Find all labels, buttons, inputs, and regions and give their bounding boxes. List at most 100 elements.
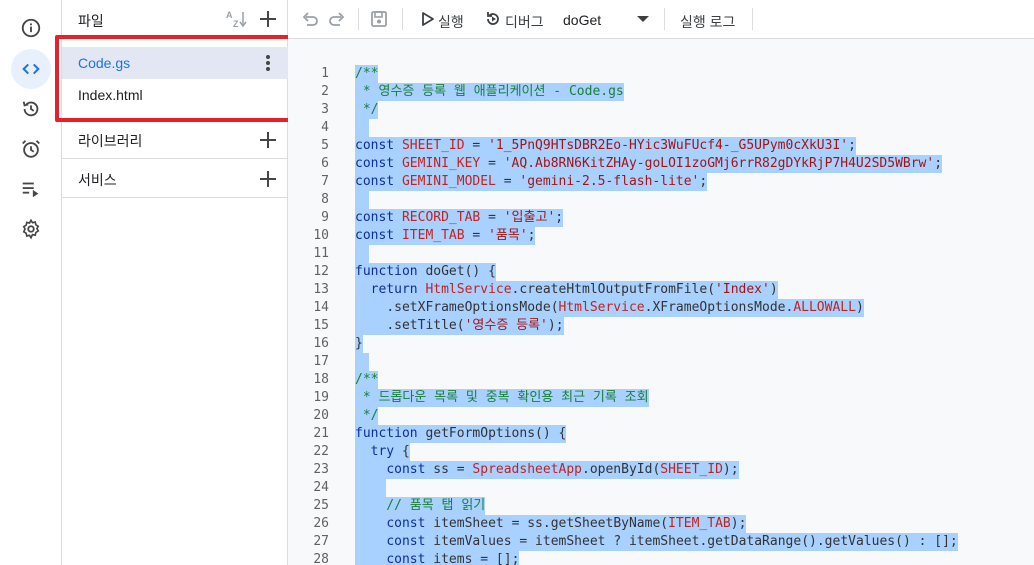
line-number: 27 (313, 534, 329, 549)
execution-log-button[interactable]: 실행 로그 (680, 12, 735, 32)
code-text: /** (355, 371, 379, 389)
code-line[interactable]: 18 /** (288, 371, 1034, 389)
toolbar-divider (358, 8, 359, 30)
line-number: 12 (313, 264, 329, 279)
services-label: 서비스 (78, 172, 117, 188)
line-number: 19 (313, 390, 329, 405)
history-icon[interactable] (11, 89, 51, 129)
line-number: 17 (313, 354, 329, 369)
line-number: 16 (313, 336, 329, 351)
files-title: 파일 (78, 13, 104, 29)
run-button[interactable]: 실행 (438, 12, 464, 32)
line-number: 20 (313, 408, 329, 423)
file-label: Code.gs (78, 55, 131, 71)
code-line[interactable]: 6 const GEMINI_KEY = 'AQ.Ab8RN6KitZHAy-go… (288, 155, 1034, 173)
toolbar-divider (402, 8, 403, 30)
code-line[interactable]: 15 .setTitle('영수증 등록'); (288, 317, 1034, 335)
line-number: 7 (321, 174, 329, 189)
info-icon[interactable] (11, 8, 51, 48)
code-text: const itemValues = itemSheet ? itemSheet… (355, 533, 958, 551)
code-line[interactable]: 3 */ (288, 101, 1034, 119)
code-line[interactable]: 1 /** (288, 65, 1034, 83)
code-line[interactable]: 5 const SHEET_ID = '1_5PnQ9HTsDBR2Eo-HYic… (288, 137, 1034, 155)
code-text: const GEMINI_MODEL = 'gemini-2.5-flash-l… (355, 173, 708, 191)
line-number: 9 (321, 210, 329, 225)
line-number: 4 (321, 120, 329, 135)
code-line[interactable]: 7 const GEMINI_MODEL = 'gemini-2.5-flash-… (288, 173, 1034, 191)
code-text: * 영수증 등록 웹 애플리케이션 - Code.gs (355, 83, 624, 101)
code-line[interactable]: 26 const itemSheet = ss.getSheetByName(I… (288, 515, 1034, 533)
code-line[interactable]: 22 try { (288, 443, 1034, 461)
code-text (355, 245, 369, 263)
code-text (355, 119, 369, 137)
code-line[interactable]: 13 return HtmlService.createHtmlOutputFr… (288, 281, 1034, 299)
code-line[interactable]: 19 * 드롭다운 목록 및 중복 확인용 최근 기록 조회 (288, 389, 1034, 407)
code-text (355, 479, 387, 497)
gear-icon[interactable] (11, 209, 51, 249)
code-line[interactable]: 27 const itemValues = itemSheet ? itemSh… (288, 533, 1034, 551)
save-icon[interactable] (370, 10, 388, 28)
file-item-index-html[interactable]: Index.html (62, 79, 288, 111)
code-editor[interactable]: 1/** 2 * 영수증 등록 웹 애플리케이션 - Code.gs 3 */4 5… (288, 39, 1034, 565)
toolbar-divider (664, 8, 665, 30)
code-line[interactable]: 8 (288, 191, 1034, 209)
run-icon[interactable] (421, 11, 435, 27)
services-section[interactable]: 서비스 (62, 158, 288, 198)
function-select[interactable]: doGet (563, 12, 601, 28)
code-line[interactable]: 24 (288, 479, 1034, 497)
code-line[interactable]: 2 * 영수증 등록 웹 애플리케이션 - Code.gs (288, 83, 1034, 101)
line-number: 10 (313, 228, 329, 243)
code-line[interactable]: 4 (288, 119, 1034, 137)
code-line[interactable]: 28 const items = []; (288, 551, 1034, 565)
libraries-label: 라이브러리 (78, 133, 143, 149)
code-text: try { (355, 443, 410, 461)
file-panel: 파일 AZ Code.gs Index.html 라이브러리 서비스 (62, 0, 288, 565)
code-line[interactable]: 16} (288, 335, 1034, 353)
code-text: const SHEET_ID = '1_5PnQ9HTsDBR2Eo-HYic3… (355, 137, 856, 155)
code-line[interactable]: 9 const RECORD_TAB = '입출고'; (288, 209, 1034, 227)
add-file-icon[interactable] (258, 9, 278, 29)
code-line[interactable]: 14 .setXFrameOptionsMode(HtmlService.XFr… (288, 299, 1034, 317)
sort-az-icon[interactable]: AZ (225, 9, 247, 29)
alarm-icon[interactable] (11, 129, 51, 169)
line-number: 5 (321, 138, 329, 153)
add-service-icon[interactable] (258, 169, 278, 189)
executions-icon[interactable] (11, 169, 51, 209)
redo-icon[interactable] (328, 10, 346, 28)
more-vert-icon[interactable] (258, 53, 278, 73)
code-line[interactable]: 12 function doGet() { (288, 263, 1034, 281)
line-number: 1 (321, 66, 329, 81)
code-line[interactable]: 21 function getFormOptions() { (288, 425, 1034, 443)
add-library-icon[interactable] (258, 130, 278, 150)
chevron-down-icon[interactable] (637, 16, 649, 22)
code-line[interactable]: 11 (288, 245, 1034, 263)
svg-text:A: A (226, 10, 233, 20)
undo-icon[interactable] (301, 10, 319, 28)
line-number: 6 (321, 156, 329, 171)
line-number: 14 (313, 300, 329, 315)
libraries-section[interactable]: 라이브러리 (62, 119, 288, 158)
code-line[interactable]: 25 // 품목 탭 읽기 (288, 497, 1034, 515)
line-number: 8 (321, 192, 329, 207)
line-number: 24 (313, 480, 329, 495)
line-number: 25 (313, 498, 329, 513)
code-line[interactable]: 20 */ (288, 407, 1034, 425)
code-text: // 품목 탭 읽기 (355, 497, 486, 515)
code-text (355, 353, 369, 371)
code-line[interactable]: 23 const ss = SpreadsheetApp.openById(SH… (288, 461, 1034, 479)
code-text: function getFormOptions() { (355, 425, 567, 443)
line-number: 21 (313, 426, 329, 441)
line-number: 22 (313, 444, 329, 459)
debug-button[interactable]: 디버그 (505, 12, 544, 32)
code-line[interactable]: 17 (288, 353, 1034, 371)
code-text: const GEMINI_KEY = 'AQ.Ab8RN6KitZHAy-goL… (355, 155, 943, 173)
debug-icon[interactable] (484, 10, 502, 28)
line-number: 13 (313, 282, 329, 297)
line-number: 15 (313, 318, 329, 333)
line-number: 18 (313, 372, 329, 387)
code-line[interactable]: 10 const ITEM_TAB = '품목'; (288, 227, 1034, 245)
files-header: 파일 AZ (62, 0, 288, 38)
code-icon[interactable] (11, 49, 51, 89)
code-text: const items = []; (355, 551, 520, 565)
file-item-code-gs[interactable]: Code.gs (62, 47, 288, 79)
